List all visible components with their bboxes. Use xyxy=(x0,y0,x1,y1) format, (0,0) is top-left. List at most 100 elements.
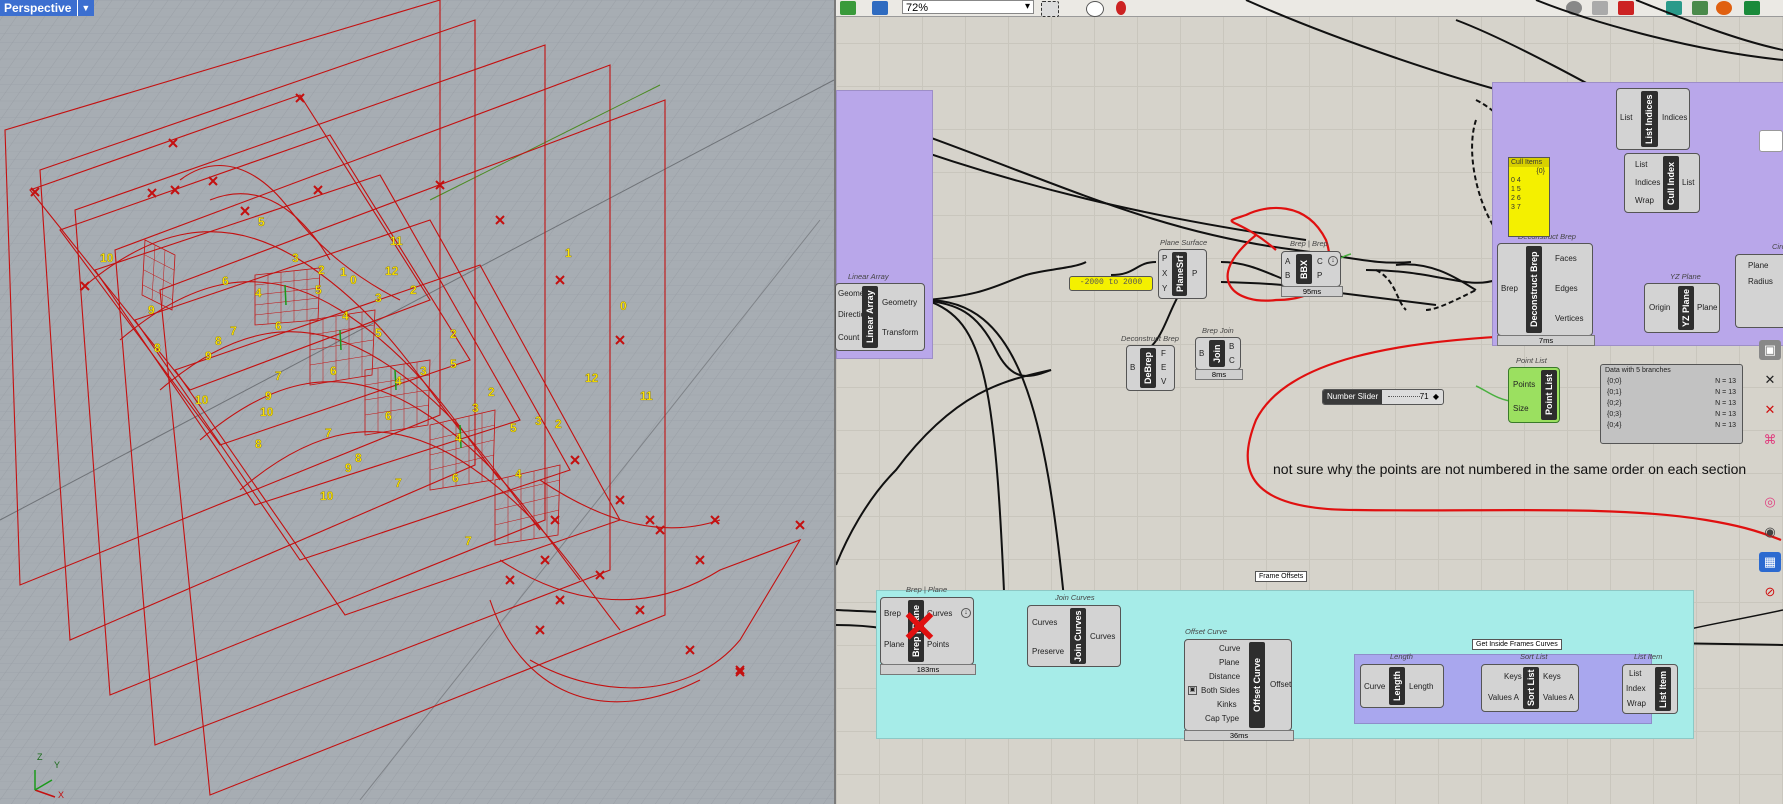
plane-srf-in-y[interactable]: Y xyxy=(1162,284,1167,294)
plane-surface-component[interactable]: P X Y PlaneSrf P xyxy=(1158,249,1207,299)
yz-plane-component[interactable]: Origin YZ Plane Plane xyxy=(1644,283,1720,333)
join-curves-out-curves[interactable]: Curves xyxy=(1090,632,1115,642)
cull-items-row: 2 6 xyxy=(1511,195,1521,202)
offset-curve-in-kinks[interactable]: Kinks xyxy=(1217,700,1237,710)
debrep-in-b[interactable]: B xyxy=(1130,363,1135,373)
canvas-widget-icon[interactable] xyxy=(1759,130,1783,152)
offset-curve-in-plane[interactable]: Plane xyxy=(1219,658,1239,668)
data-viewer-panel[interactable]: Data with 5 branches {0;0} N = 13 {0;1} N … xyxy=(1600,364,1743,444)
cluster-icon[interactable]: ◎ xyxy=(1759,492,1781,512)
axis-x-label: X xyxy=(58,790,65,800)
list-indices-in-list[interactable]: List xyxy=(1620,113,1632,123)
cull-index-in-list[interactable]: List xyxy=(1635,160,1647,170)
bbx-title: Brep | Brep xyxy=(1290,239,1328,248)
wire-display-icon[interactable]: ✕ xyxy=(1759,370,1781,390)
brep-join-component[interactable]: B Join B C xyxy=(1195,337,1241,370)
navigate-icon[interactable]: ▣ xyxy=(1759,340,1781,360)
join-out-b[interactable]: B xyxy=(1229,342,1234,352)
brep-brep-component[interactable]: A B BBX C P ↓ xyxy=(1281,251,1341,287)
cull-index-component[interactable]: List Indices Wrap Cull Index List xyxy=(1624,153,1700,213)
linear-array-out-geometry[interactable]: Geometry xyxy=(882,298,917,308)
point-list-component[interactable]: Points Size Point List xyxy=(1508,367,1560,423)
join-curves-in-curves[interactable]: Curves xyxy=(1032,618,1057,628)
cull-index-in-indices[interactable]: Indices xyxy=(1635,178,1660,188)
list-item-in-list[interactable]: List xyxy=(1629,669,1641,679)
join-in-b[interactable]: B xyxy=(1199,349,1204,359)
bbx-in-a[interactable]: A xyxy=(1285,257,1290,267)
circle-in-radius[interactable]: Radius xyxy=(1748,277,1773,287)
bbx-out-c[interactable]: C xyxy=(1317,257,1323,267)
debrep-out-v[interactable]: V xyxy=(1161,377,1166,387)
cull-index-in-wrap[interactable]: Wrap xyxy=(1635,196,1654,206)
prohibit-icon[interactable]: ⊘ xyxy=(1759,582,1781,602)
length-in-curve[interactable]: Curve xyxy=(1364,682,1385,692)
brep-plane-title: Brep | Plane xyxy=(906,585,948,594)
yz-plane-out-plane[interactable]: Plane xyxy=(1697,303,1717,313)
brep-plane-in-brep[interactable]: Brep xyxy=(884,609,901,619)
brep-plane-component[interactable]: Brep Plane Brep | Plane Curves Points ↓ … xyxy=(880,597,974,665)
linear-array-title: Linear Array xyxy=(848,272,889,281)
bbx-out-p[interactable]: P xyxy=(1317,271,1322,281)
linear-array-in-count[interactable]: Count xyxy=(838,333,859,343)
group-icon[interactable]: ◉ xyxy=(1759,522,1781,542)
offset-curve-component[interactable]: Curve Plane Distance Both Sides Kinks Ca… xyxy=(1184,639,1292,731)
sort-list-out-values[interactable]: Values A xyxy=(1543,693,1574,703)
offset-curve-in-cap-type[interactable]: Cap Type xyxy=(1205,714,1239,724)
point-list-in-points[interactable]: Points xyxy=(1513,380,1535,390)
linear-array-component[interactable]: Geometry Direction Count Linear Array Ge… xyxy=(835,283,925,351)
join-curves-component[interactable]: Curves Preserve Join Curves Curves xyxy=(1027,605,1121,667)
number-slider[interactable]: Number Slider 71 ◆ xyxy=(1322,389,1444,405)
join-curves-in-preserve[interactable]: Preserve xyxy=(1032,647,1064,657)
disable-icon[interactable]: ✕ xyxy=(1759,400,1781,420)
bbx-settings-icon[interactable]: ↓ xyxy=(1328,256,1338,266)
length-out-length[interactable]: Length xyxy=(1409,682,1433,692)
debrep-component[interactable]: B DeBrep F E V xyxy=(1126,345,1175,391)
offset-curve-in-both-sides[interactable]: Both Sides xyxy=(1201,686,1240,696)
plane-srf-in-x[interactable]: X xyxy=(1162,269,1167,279)
offset-curve-in-curve[interactable]: Curve xyxy=(1219,644,1240,654)
deconstruct-brep-out-edges[interactable]: Edges xyxy=(1555,284,1578,294)
number-slider-track[interactable]: 71 ◆ xyxy=(1382,390,1443,404)
yz-plane-in-origin[interactable]: Origin xyxy=(1649,303,1670,313)
slider-grip-icon[interactable]: ◆ xyxy=(1433,392,1439,401)
length-component[interactable]: Curve Length Length xyxy=(1360,664,1444,708)
viewport-menu-icon[interactable]: ▼ xyxy=(77,0,90,16)
list-item-in-index[interactable]: Index xyxy=(1626,684,1646,694)
sort-list-in-keys[interactable]: Keys xyxy=(1504,672,1522,682)
plane-srf-out-p[interactable]: P xyxy=(1192,269,1197,279)
linear-array-out-transform[interactable]: Transform xyxy=(882,328,918,338)
viewport-title-tab[interactable]: Perspective ▼ xyxy=(0,0,95,16)
deconstruct-brep-component[interactable]: Brep Deconstruct Brep Faces Edges Vertic… xyxy=(1497,243,1593,336)
list-indices-component[interactable]: List List Indices Indices xyxy=(1616,88,1690,150)
plane-srf-in-p[interactable]: P xyxy=(1162,254,1167,264)
point-index-label: 2 xyxy=(488,385,495,399)
sort-list-in-values[interactable]: Values A xyxy=(1488,693,1519,703)
yz-plane-title: YZ Plane xyxy=(1670,272,1701,281)
both-sides-toggle-icon[interactable]: ▣ xyxy=(1188,686,1197,695)
offset-curve-out-offset[interactable]: Offset xyxy=(1270,680,1291,690)
cull-index-out-list[interactable]: List xyxy=(1682,178,1694,188)
sort-list-out-keys[interactable]: Keys xyxy=(1543,672,1561,682)
get-inside-frames-label: Get Inside Frames Curves xyxy=(1472,639,1562,650)
bbx-in-b[interactable]: B xyxy=(1285,271,1290,281)
range-panel[interactable]: -2000 to 2000 xyxy=(1069,276,1153,291)
offset-curve-in-distance[interactable]: Distance xyxy=(1209,672,1240,682)
calendar-icon[interactable]: ▦ xyxy=(1759,552,1781,572)
list-item-component[interactable]: List Index Wrap List Item xyxy=(1622,664,1678,714)
sort-list-component[interactable]: Keys Values A Sort List Keys Values A xyxy=(1481,664,1579,712)
brep-plane-settings-icon[interactable]: ↓ xyxy=(961,608,971,618)
deconstruct-brep-in-brep[interactable]: Brep xyxy=(1501,284,1518,294)
paint-wire-icon[interactable]: ⌘ xyxy=(1759,430,1781,450)
deconstruct-brep-out-vertices[interactable]: Vertices xyxy=(1555,314,1583,324)
circle-in-plane[interactable]: Plane xyxy=(1748,261,1768,271)
rhino-viewport[interactable]: 10 9 8 10 9 8 10 9 8 10 9 8 7 6 5 4 3 2 1 0 12 11 7 6 5 4 3 2 7 6 5 4 3 2… xyxy=(0,0,834,804)
deconstruct-brep-out-faces[interactable]: Faces xyxy=(1555,254,1577,264)
debrep-out-e[interactable]: E xyxy=(1161,363,1166,373)
cull-items-panel[interactable]: Cull Items {0} 0 4 1 5 2 6 3 7 xyxy=(1508,157,1550,237)
list-indices-out-indices[interactable]: Indices xyxy=(1662,113,1687,123)
point-list-in-size[interactable]: Size xyxy=(1513,404,1529,414)
circle-component[interactable]: Plane Radius xyxy=(1735,254,1783,328)
debrep-out-f[interactable]: F xyxy=(1161,349,1166,359)
list-item-in-wrap[interactable]: Wrap xyxy=(1627,699,1646,709)
join-out-c[interactable]: C xyxy=(1229,356,1235,366)
